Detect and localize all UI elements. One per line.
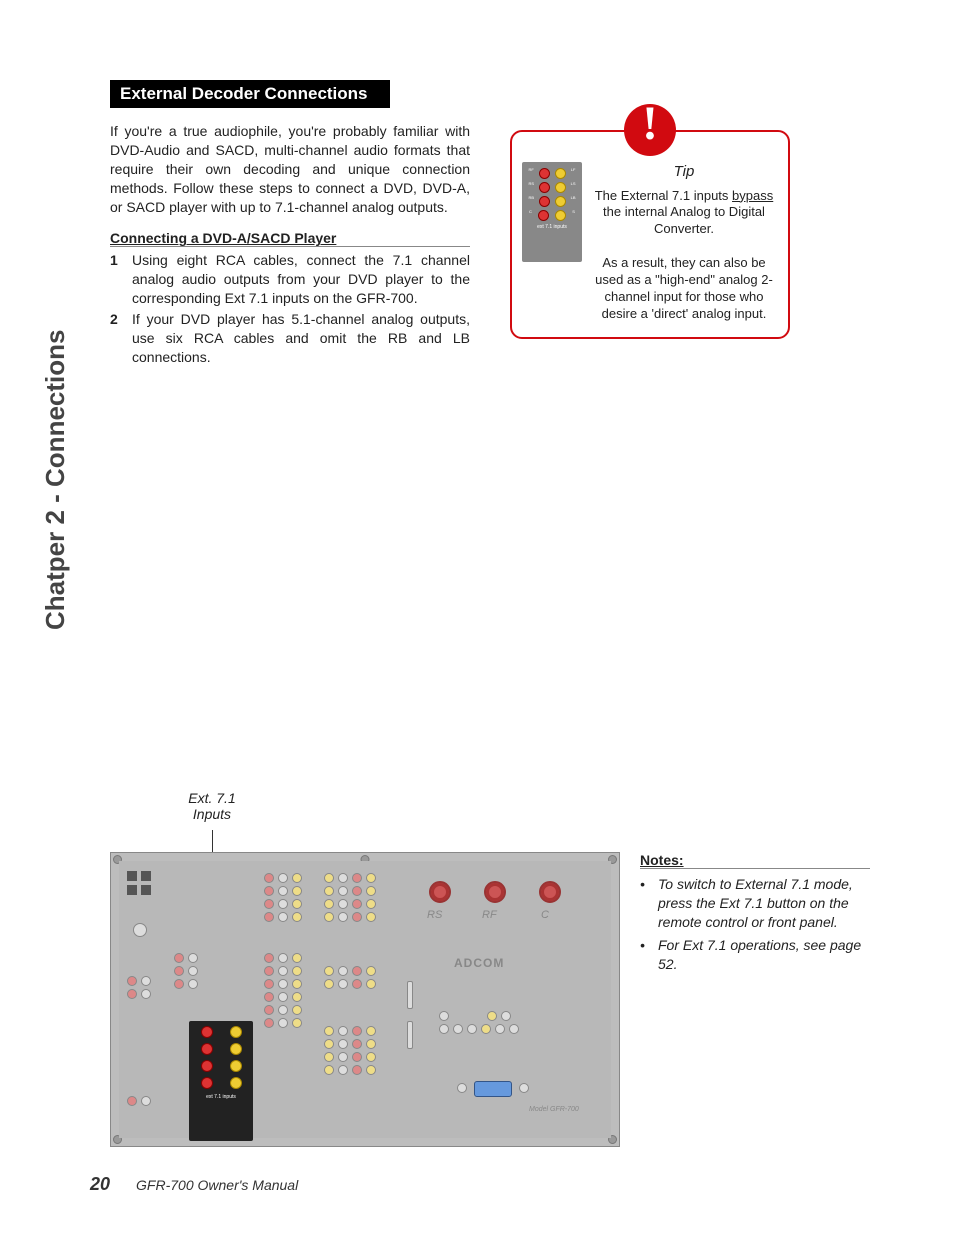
step-number: 1 [110, 251, 132, 308]
connector-diagram-icon: RFLF RSLS RBLB CS ext 7.1 inputs [522, 162, 582, 262]
chapter-side-label: Chatper 2 - Connections [40, 330, 71, 630]
rear-panel-diagram: ext 7.1 inputs [110, 852, 620, 1147]
page-footer: 20 GFR-700 Owner's Manual [90, 1174, 298, 1195]
subheading: Connecting a DVD-A/SACD Player [110, 230, 470, 247]
notes-heading: Notes: [640, 852, 870, 869]
steps-list: 1 Using eight RCA cables, connect the 7.… [110, 251, 470, 366]
note-item: For Ext 7.1 operations, see page 52. [640, 936, 870, 974]
diagram-callout-label: Ext. 7.1 Inputs [172, 790, 252, 822]
tip-paragraph-1: The External 7.1 inputs bypass the inter… [590, 188, 778, 239]
step-item: 1 Using eight RCA cables, connect the 7.… [110, 251, 470, 308]
step-item: 2 If your DVD player has 5.1-channel ana… [110, 310, 470, 367]
panel-label-c: C [541, 909, 549, 921]
exclamation-icon: ! [624, 104, 676, 156]
page-number: 20 [90, 1174, 110, 1195]
panel-label-rf: RF [482, 909, 497, 921]
model-label: Model GFR-700 [529, 1106, 579, 1113]
connector-label: ext 7.1 inputs [526, 224, 578, 230]
step-text: If your DVD player has 5.1-channel analo… [132, 310, 470, 367]
tip-title: Tip [590, 162, 778, 182]
manual-title: GFR-700 Owner's Manual [136, 1177, 298, 1193]
intro-paragraph: If you're a true audiophile, you're prob… [110, 122, 470, 216]
rs232-port-icon [474, 1081, 512, 1097]
section-heading: External Decoder Connections [110, 80, 390, 108]
step-text: Using eight RCA cables, connect the 7.1 … [132, 251, 470, 308]
note-item: To switch to External 7.1 mode, press th… [640, 875, 870, 932]
ext71-inputs-highlight: ext 7.1 inputs [189, 1021, 253, 1141]
notes-section: Notes: To switch to External 7.1 mode, p… [640, 852, 870, 977]
brand-logo: ADCOM [454, 956, 504, 970]
panel-label-rs: RS [427, 909, 442, 921]
tip-paragraph-2: As a result, they can also be used as a … [590, 255, 778, 323]
tip-callout: ! RFLF RSLS RBLB CS ext 7.1 inputs Tip [510, 130, 790, 339]
step-number: 2 [110, 310, 132, 367]
